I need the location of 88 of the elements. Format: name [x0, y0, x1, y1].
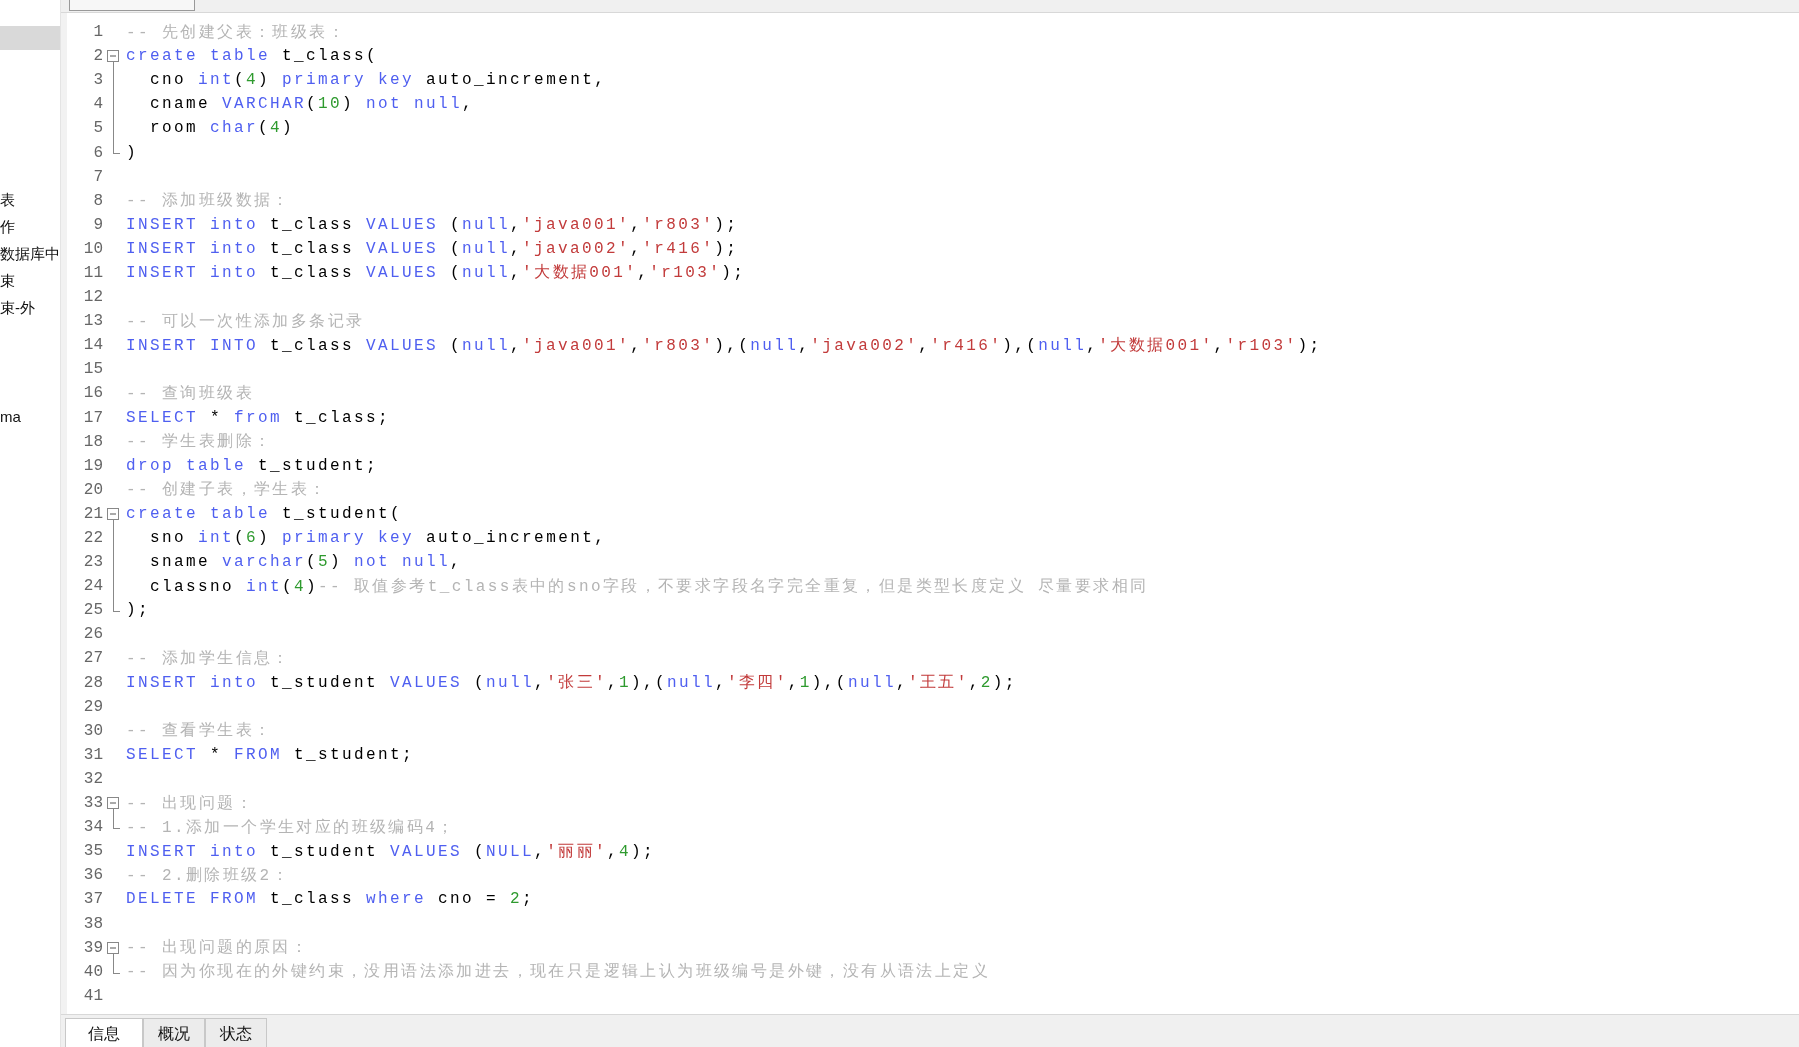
line-number: 29 [82, 697, 103, 716]
line-number: 2 [92, 47, 103, 66]
line-number: 23 [82, 553, 103, 572]
line-number: 38 [82, 914, 103, 933]
code-line: -- 1.添加一个学生对应的班级编码4； [126, 817, 456, 838]
code-line: INSERT into t_student VALUES (null,'张三',1),(null,'李四',1),(null,'王五',2); [126, 673, 1017, 694]
line-number: 32 [82, 769, 103, 788]
code-line: classno int(4)-- 取值参考t_class表中的sno字段，不要求字段名字完全重复，但是类型长度定义 尽量要求相同 [149, 576, 1149, 597]
line-number: 37 [82, 890, 103, 909]
line-number: 35 [82, 842, 103, 861]
tree-item[interactable]: 作 [0, 213, 60, 240]
code-line: -- 学生表删除： [126, 431, 273, 453]
editor-tab[interactable] [69, 0, 195, 11]
line-number: 28 [82, 673, 103, 692]
code-line: -- 查看学生表： [126, 720, 273, 742]
line-number: 7 [92, 167, 103, 186]
code-line: -- 出现问题的原因： [126, 938, 310, 959]
collapse-icon[interactable] [107, 50, 119, 63]
line-number: 33 [82, 794, 103, 813]
line-number: 6 [92, 143, 103, 162]
code-line: -- 先创建父表：班级表： [126, 22, 346, 43]
line-number: 31 [82, 745, 103, 764]
panel-tab[interactable]: 概况 [143, 1018, 205, 1047]
line-number: 3 [92, 71, 103, 90]
code-line: -- 添加学生信息： [126, 648, 291, 669]
line-number: 16 [82, 384, 103, 403]
line-number: 27 [82, 649, 103, 668]
code-line: cname VARCHAR(10) not null, [149, 95, 475, 114]
code-line: INSERT into t_class VALUES (null,'java001','r803'); [126, 215, 739, 234]
line-number: 10 [82, 239, 103, 258]
code-line: room char(4) [149, 119, 295, 138]
line-number: 26 [82, 625, 103, 644]
code-line: -- 查询班级表 [126, 383, 254, 404]
code-line: INSERT into t_class VALUES (null,'大数据001','r103'); [126, 263, 746, 284]
tree-item[interactable]: ma [0, 403, 60, 430]
line-number: 30 [82, 721, 103, 740]
code-line: create table t_class( [126, 47, 379, 66]
line-number: 18 [82, 432, 103, 451]
code-line: SELECT * FROM t_student; [126, 745, 415, 764]
code-line: SELECT * from t_class; [126, 408, 391, 427]
line-number: 40 [82, 962, 103, 981]
line-number: 14 [82, 336, 103, 355]
code-line: INSERT into t_class VALUES (null,'java002','r416'); [126, 239, 739, 258]
collapse-icon[interactable] [107, 797, 119, 809]
code-line: INSERT into t_student VALUES (NULL,'丽丽',4); [126, 841, 655, 862]
line-number: 8 [92, 191, 103, 210]
line-number: 19 [82, 456, 103, 475]
line-number: 41 [82, 986, 103, 1005]
code-line: -- 可以一次性添加多条记录 [126, 311, 365, 332]
code-line: -- 因为你现在的外键约束，没用语法添加进去，现在只是逻辑上认为班级编号是外键，没有从语法上定义 [126, 961, 990, 983]
code-line: -- 创建子表，学生表： [126, 479, 328, 501]
code-line: create table t_student( [126, 504, 403, 523]
line-number: 5 [92, 119, 103, 138]
panel-tab[interactable]: 信息 [65, 1018, 143, 1047]
code-line: cno int(4) primary key auto_increment, [149, 71, 607, 90]
code-line: sno int(6) primary key auto_increment, [149, 529, 607, 547]
code-line: -- 出现问题： [126, 793, 254, 814]
panel-tab[interactable]: 状态 [205, 1018, 267, 1047]
line-number: 15 [82, 360, 103, 379]
line-number: 9 [92, 215, 103, 234]
line-number: 25 [82, 601, 103, 620]
line-number: 34 [82, 818, 103, 837]
line-number: 11 [82, 264, 103, 282]
line-number: 21 [82, 504, 103, 523]
line-number: 17 [82, 408, 103, 427]
tree-item[interactable]: 数据库中 [0, 240, 60, 267]
code-line: INSERT INTO t_class VALUES (null,'java001','r803'),(null,'java002','r416'),(null,'大数据001','r103'); [126, 335, 1322, 356]
line-number: 12 [82, 288, 103, 307]
tree-item[interactable]: 表 [0, 186, 60, 213]
line-number: 39 [82, 938, 103, 957]
line-number: 1 [92, 23, 103, 42]
code-line: drop table t_student; [126, 456, 379, 475]
collapse-icon[interactable] [107, 941, 119, 954]
line-number: 4 [92, 95, 103, 114]
code-line: -- 添加班级数据： [126, 191, 291, 212]
line-number: 24 [82, 577, 103, 596]
code-line: sname varchar(5) not null, [149, 553, 463, 572]
line-number: 13 [82, 312, 103, 331]
line-number: 20 [82, 480, 103, 499]
line-number: 36 [82, 866, 103, 885]
code-line: -- 2.删除班级2： [126, 865, 290, 886]
tree-item[interactable]: 束 [0, 267, 60, 294]
collapse-icon[interactable] [107, 507, 119, 520]
tree-item[interactable]: 束-外 [0, 294, 60, 321]
code-line: ) [126, 143, 138, 162]
code-line: ); [126, 601, 150, 620]
line-number: 22 [82, 529, 103, 547]
code-line: DELETE FROM t_class where cno = 2; [126, 890, 535, 909]
